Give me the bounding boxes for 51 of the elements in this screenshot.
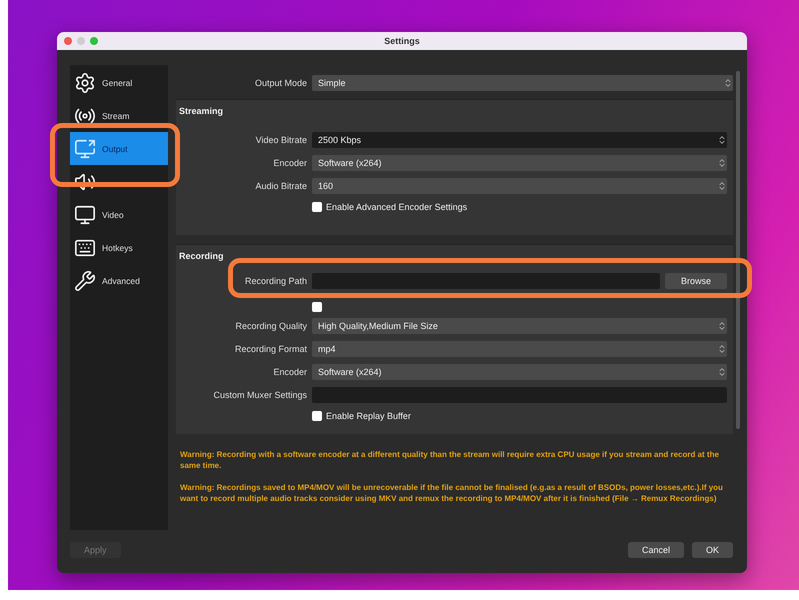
dropdown[interactable]: High Quality,Medium File Size [312, 318, 727, 334]
field-label: Recording Quality [234, 320, 307, 330]
dropdown[interactable]: Simple [312, 74, 733, 90]
stepper-icon[interactable] [717, 320, 727, 330]
sidebar-item[interactable]: Output [70, 132, 168, 165]
section-title: Recording [178, 251, 225, 263]
wrench-icon [74, 270, 96, 292]
stepper-icon[interactable] [717, 344, 727, 354]
checkbox[interactable] [312, 411, 322, 421]
browse-button[interactable]: Browse [665, 272, 727, 288]
monitor-icon [74, 204, 96, 226]
dropdown[interactable]: Software (x264) [312, 364, 727, 380]
close-button[interactable] [64, 37, 72, 45]
stepper-icon[interactable] [723, 78, 733, 88]
field-label: Recording Path [244, 276, 307, 286]
field-label: Recording Format [234, 344, 307, 354]
sidebar-item[interactable]: Hotkeys [70, 231, 168, 264]
monitor-arrow-icon [74, 138, 96, 160]
spin-field[interactable]: 2500 Kbps [312, 132, 727, 148]
sidebar-item[interactable]: Stream [70, 99, 168, 132]
section-title: Streaming [178, 106, 224, 118]
checkbox-label: Enable Replay Buffer [326, 411, 411, 421]
dropdown[interactable]: 160 [312, 178, 727, 194]
cancel-button[interactable]: Cancel [628, 542, 684, 558]
warning-text: Warning: Recording with a software encoder at a different quality than the stream will require extra CPU usage if you stream and record at the same time. [180, 449, 720, 471]
checkbox[interactable] [312, 202, 322, 212]
field-label: Video Bitrate [254, 134, 307, 144]
gear-icon [74, 72, 96, 94]
field-label: Output Mode [254, 78, 307, 88]
sidebar-item[interactable]: General [70, 66, 168, 99]
path-field[interactable] [312, 272, 660, 288]
zoom-button[interactable] [90, 37, 98, 45]
stepper-icon[interactable] [717, 366, 727, 376]
window-title: Settings [384, 36, 420, 46]
sidebar-item[interactable]: Advanced [70, 264, 168, 297]
scrollbar[interactable] [736, 71, 740, 429]
stepper-icon[interactable] [717, 158, 727, 168]
ok-button[interactable]: OK [692, 542, 733, 558]
stepper-icon[interactable] [717, 134, 727, 144]
warning-text: Warning: Recordings saved to MP4/MOV will be unrecoverable if the file cannot be finalised (e.g.as a result of BSODs, power losses,etc.).If you want to record multiple audio tracks consider using MKV and remux the recording to MP4/MOV after it is finished (File → Remux Recordings) [180, 482, 724, 504]
checkbox[interactable] [312, 302, 322, 312]
sidebar-item[interactable]: Video [70, 198, 168, 231]
field-label: Encoder [272, 158, 307, 168]
dropdown[interactable]: Software (x264) [312, 154, 727, 170]
field-label: Audio Bitrate [254, 180, 307, 190]
field-label: Encoder [272, 366, 307, 376]
field-label: Custom Muxer Settings [212, 390, 307, 400]
stepper-icon[interactable] [717, 180, 727, 190]
dropdown[interactable]: mp4 [312, 340, 727, 356]
input-field[interactable] [312, 386, 727, 402]
checkbox-label: Enable Advanced Encoder Settings [326, 202, 468, 212]
